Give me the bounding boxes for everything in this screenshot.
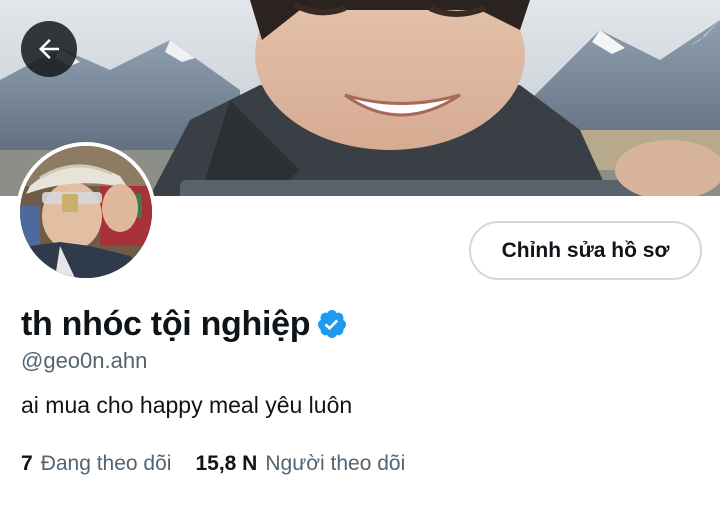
follow-stats: 7 Đang theo dõi 15,8 N Người theo dõi	[21, 452, 405, 476]
display-name: th nhóc tội nghiệp	[21, 304, 311, 343]
following-link[interactable]: 7 Đang theo dõi	[21, 452, 171, 476]
arrow-left-icon	[39, 39, 59, 59]
followers-link[interactable]: 15,8 N Người theo dõi	[195, 452, 405, 476]
profile-page: Chỉnh sửa hồ sơ th nhóc tội nghiệp @geo0…	[0, 0, 720, 507]
edit-profile-button[interactable]: Chỉnh sửa hồ sơ	[469, 221, 702, 280]
display-name-row: th nhóc tội nghiệp	[21, 302, 348, 346]
profile-bio: ai mua cho happy meal yêu luôn	[21, 392, 353, 418]
followers-label: Người theo dõi	[265, 452, 406, 475]
followers-count: 15,8 N	[195, 452, 258, 475]
avatar[interactable]	[16, 142, 156, 282]
following-label: Đang theo dõi	[40, 452, 172, 475]
following-count: 7	[21, 452, 33, 475]
edit-profile-label: Chỉnh sửa hồ sơ	[501, 238, 670, 262]
verified-badge-icon	[318, 310, 347, 338]
username-handle: @geo0n.ahn	[21, 348, 148, 373]
back-button[interactable]	[21, 21, 77, 77]
